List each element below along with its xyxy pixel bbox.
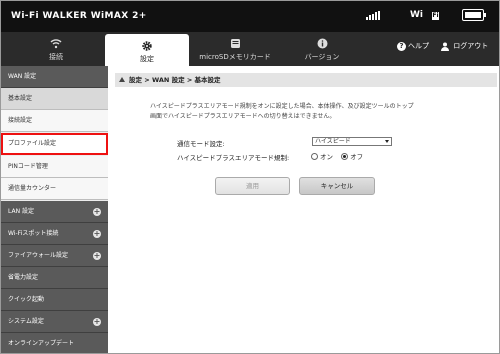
sidebar: WAN 設定 基本設定 接続設定 プロファイル設定 PINコード管理 通信量カウ… <box>1 66 108 353</box>
sidebar-item-label: WAN 設定 <box>8 73 37 80</box>
sidebar-item-connection-settings[interactable]: 接続設定 <box>1 110 108 132</box>
sidebar-item-label: 接続設定 <box>8 117 33 124</box>
top-bar: Wi-Fi WALKER WiMAX 2+ Wi Fi <box>1 1 499 32</box>
sidebar-item-pin-management[interactable]: PINコード管理 <box>1 156 108 178</box>
radio-off-label: オフ <box>350 153 364 161</box>
radio-on[interactable] <box>311 152 318 160</box>
mode-select-value: ハイスピード <box>315 138 351 145</box>
sidebar-item-profile-settings[interactable]: プロファイル設定 <box>1 133 108 155</box>
radio-on-label: オン <box>320 153 333 161</box>
sd-card-icon <box>198 32 272 50</box>
collapse-icon[interactable] <box>119 77 125 82</box>
user-icon <box>441 42 453 51</box>
help-icon: ? <box>397 41 406 51</box>
sidebar-item-label: PINコード管理 <box>8 163 48 170</box>
sidebar-item-power-saving[interactable]: 省電力設定 <box>1 267 108 289</box>
tab-settings-label: 設定 <box>140 55 154 63</box>
sidebar-item-lan-settings[interactable]: LAN 設定 + <box>1 201 108 223</box>
sidebar-item-label: Wi-Fiスポット接続 <box>8 230 59 237</box>
breadcrumb: 設定 > WAN 設定 > 基本設定 <box>115 73 497 87</box>
notice-text: ハイスピードプラスエリアモード規制をオンに設定した場合、本体操作、及び設定ツール… <box>150 102 470 122</box>
sidebar-item-system-settings[interactable]: システム設定 + <box>1 311 108 333</box>
breadcrumb-text: 設定 > WAN 設定 > 基本設定 <box>129 76 221 84</box>
main-panel: 設定 > WAN 設定 > 基本設定 ハイスピードプラスエリアモード規制をオンに… <box>109 66 499 353</box>
notice-line-1: ハイスピードプラスエリアモード規制をオンに設定した場合、本体操作、及び設定ツール… <box>150 103 414 110</box>
sidebar-item-traffic-counter[interactable]: 通信量カウンター <box>1 178 108 200</box>
wifi-icon <box>25 32 87 50</box>
mode-label: 通信モード設定: <box>177 140 225 148</box>
tab-microsd-label: microSDメモリカード <box>199 53 271 61</box>
info-icon <box>291 32 353 50</box>
battery-icon <box>462 9 486 21</box>
wifi-status-label: Wi <box>410 10 424 20</box>
tab-version-label: バージョン <box>304 53 340 61</box>
signal-icon <box>366 11 382 20</box>
wifi-badge: Fi <box>432 12 439 20</box>
app-window: Wi-Fi WALKER WiMAX 2+ Wi Fi 接続 設定 microS… <box>0 0 500 354</box>
gear-icon <box>105 34 189 52</box>
sidebar-item-label: プロファイル設定 <box>8 140 57 147</box>
sidebar-item-label: クイック起動 <box>8 296 45 303</box>
expand-icon: + <box>93 207 101 216</box>
tab-version[interactable]: バージョン <box>291 32 353 66</box>
main-nav: 接続 設定 microSDメモリカード バージョン ? ヘルプ ログアウト <box>1 32 499 66</box>
help-label: ヘルプ <box>408 42 429 50</box>
expand-icon: + <box>93 251 101 260</box>
tab-connect-label: 接続 <box>49 53 63 61</box>
expand-icon: + <box>93 229 101 238</box>
apply-button[interactable]: 適用 <box>215 177 290 195</box>
notice-line-2: 画面でハイスピードプラスエリアモードへの切り替えはできません。 <box>150 113 336 120</box>
mode-select[interactable]: ハイスピード <box>312 137 392 146</box>
sidebar-item-online-update[interactable]: オンラインアップデート <box>1 333 108 353</box>
sidebar-item-label: LAN 設定 <box>8 208 34 215</box>
sidebar-item-label: ファイアウォール設定 <box>8 252 69 259</box>
sidebar-item-label: オンラインアップデート <box>8 340 75 347</box>
radio-off[interactable] <box>341 152 349 160</box>
sidebar-item-label: 基本設定 <box>8 95 33 102</box>
tab-settings[interactable]: 設定 <box>105 34 189 66</box>
sidebar-item-basic-settings[interactable]: 基本設定 <box>1 88 108 110</box>
sidebar-item-firewall[interactable]: ファイアウォール設定 + <box>1 245 108 267</box>
sidebar-item-wifi-spot[interactable]: Wi-Fiスポット接続 + <box>1 223 108 245</box>
logout-link[interactable]: ログアウト <box>441 41 488 51</box>
sidebar-item-label: システム設定 <box>8 318 44 325</box>
tab-connect[interactable]: 接続 <box>25 32 87 66</box>
chevron-down-icon <box>385 140 389 143</box>
expand-icon: + <box>93 317 101 326</box>
logout-label: ログアウト <box>453 42 489 50</box>
restrict-label: ハイスピードプラスエリアモード規制: <box>177 154 290 162</box>
sidebar-item-label: 省電力設定 <box>8 274 39 281</box>
brand-title: Wi-Fi WALKER WiMAX 2+ <box>11 11 147 21</box>
help-link[interactable]: ? ヘルプ <box>397 41 429 51</box>
tab-microsd[interactable]: microSDメモリカード <box>198 32 272 66</box>
restrict-radio-group: オン オフ <box>311 151 369 161</box>
cancel-button[interactable]: キャンセル <box>299 177 375 195</box>
sidebar-item-quick-start[interactable]: クイック起動 <box>1 289 108 311</box>
sidebar-item-label: 通信量カウンター <box>8 185 57 192</box>
sidebar-item-wan-settings[interactable]: WAN 設定 <box>1 66 108 88</box>
